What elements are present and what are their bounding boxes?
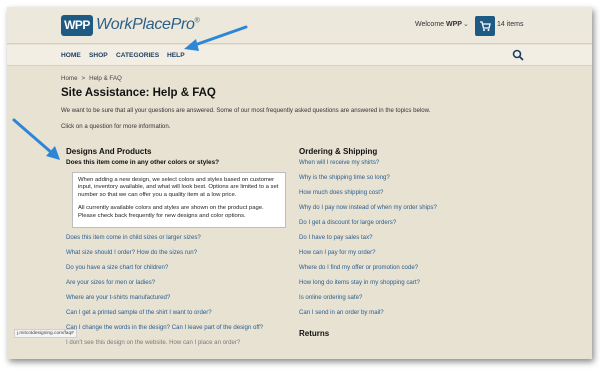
faq-question-link[interactable]: Can I get a printed sample of the shirt … — [66, 309, 212, 316]
faq-question-link[interactable]: Does this item come in child sizes or la… — [66, 234, 201, 241]
nav-categories[interactable]: CATEGORIES — [116, 52, 159, 59]
section-ordering-title: Ordering & Shipping — [299, 147, 378, 156]
welcome-user: WPP — [446, 21, 462, 28]
cart-button[interactable] — [475, 16, 495, 36]
faq-answer-paragraph: All currently available colors and style… — [78, 205, 264, 219]
logo-badge[interactable]: WPP — [61, 15, 93, 36]
faq-question-link[interactable]: Are your sizes for men or ladies? — [66, 279, 155, 286]
faq-active-question[interactable]: Does this item come in any other colors … — [66, 159, 219, 166]
search-icon[interactable] — [512, 49, 524, 61]
faq-question-link[interactable]: Do I have to pay sales tax? — [299, 234, 373, 241]
breadcrumb: Home > Help & FAQ — [61, 75, 126, 82]
faq-question-link[interactable]: How can I pay for my order? — [299, 249, 376, 256]
faq-question-link[interactable]: Can I change the words in the design? Ca… — [66, 324, 263, 331]
faq-question-link[interactable]: When will I receive my shirts? — [299, 159, 379, 166]
breadcrumb-current: Help & FAQ — [89, 75, 122, 82]
chevron-down-icon[interactable]: ⌄ — [463, 20, 469, 28]
faq-question-link[interactable]: Do I get a discount for large orders? — [299, 219, 396, 226]
faq-question-link[interactable]: Can I send in an order by mail? — [299, 309, 384, 316]
intro-text: We want to be sure that all your questio… — [61, 107, 431, 114]
faq-question-link[interactable]: Is online ordering safe? — [299, 294, 362, 301]
breadcrumb-separator: > — [81, 75, 86, 82]
faq-question-link[interactable]: Why is the shipping time so long? — [299, 174, 390, 181]
annotation-arrow-icon — [184, 25, 248, 51]
cart-icon — [480, 21, 491, 31]
faq-answer-paragraph: When adding a new design, we select colo… — [78, 177, 279, 198]
faq-question-link[interactable]: How long do items stay in my shopping ca… — [299, 279, 420, 286]
faq-question-link[interactable]: Do you have a size chart for children? — [66, 264, 168, 271]
nav-home[interactable]: HOME — [61, 52, 81, 59]
page-title: Site Assistance: Help & FAQ — [61, 87, 216, 99]
faq-question-link[interactable]: How much does shipping cost? — [299, 189, 383, 196]
status-bar-url: j.mitcotdesigning.com/faq# — [14, 329, 77, 338]
breadcrumb-home[interactable]: Home — [61, 75, 78, 82]
faq-question-link[interactable]: I don't see this design on the website. … — [66, 339, 240, 346]
site-header: WPP WorkPlacePro® Welcome WPP ⌄ 14 items — [7, 7, 592, 44]
faq-question-link[interactable]: Where are your t-shirts manufactured? — [66, 294, 170, 301]
nav-shop[interactable]: SHOP — [89, 52, 108, 59]
welcome-menu[interactable]: Welcome WPP — [415, 21, 462, 28]
section-returns-title: Returns — [299, 329, 330, 338]
cart-count[interactable]: 14 items — [497, 21, 523, 28]
welcome-prefix: Welcome — [415, 21, 445, 28]
section-designs-title: Designs And Products — [66, 147, 152, 156]
faq-answer-box: When adding a new design, we select colo… — [72, 172, 286, 228]
main-nav: HOME SHOP CATEGORIES HELP — [7, 45, 592, 66]
annotation-arrow-icon — [12, 118, 60, 160]
browser-viewport: WPP WorkPlacePro® Welcome WPP ⌄ 14 items… — [7, 7, 592, 359]
faq-question-link[interactable]: What size should I order? How do the siz… — [66, 249, 197, 256]
instruction-text: Click on a question for more information… — [61, 123, 171, 130]
faq-question-link[interactable]: Why do I pay now instead of when my orde… — [299, 204, 437, 211]
faq-question-link[interactable]: Where do I find my offer or promotion co… — [299, 264, 418, 271]
